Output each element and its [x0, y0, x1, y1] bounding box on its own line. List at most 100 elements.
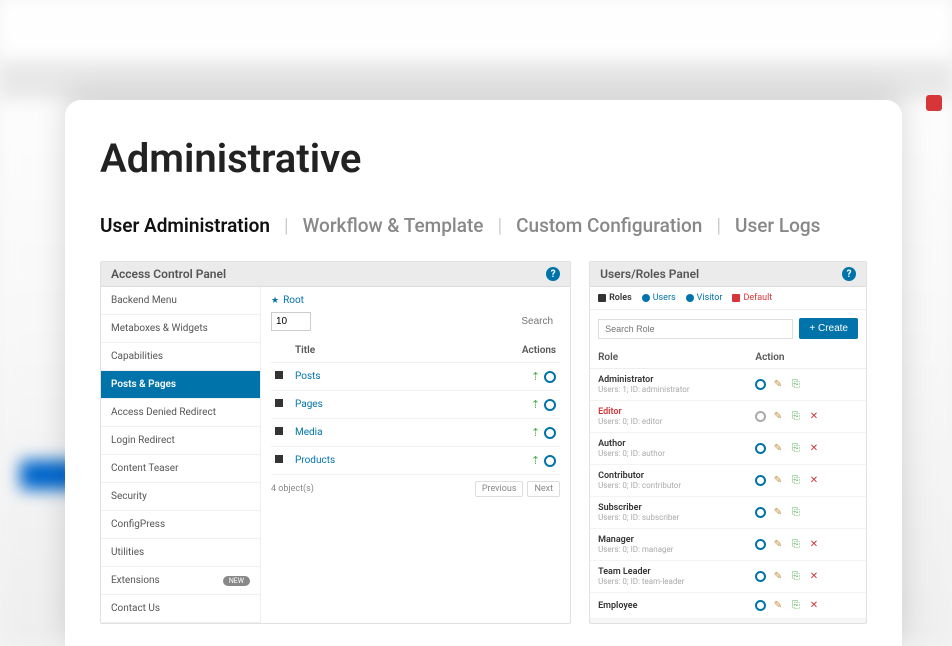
users-roles-header: Users/Roles Panel ? [590, 262, 866, 287]
search-input[interactable] [480, 312, 560, 331]
delete-role-icon[interactable]: ✕ [807, 570, 820, 583]
clone-role-icon[interactable]: ⎘ [789, 570, 802, 583]
sidebar-item-metaboxes[interactable]: Metaboxes & Widgets [101, 315, 260, 343]
row-title-link[interactable]: Pages [295, 399, 323, 410]
tab-workflow-template[interactable]: Workflow & Template [303, 214, 484, 237]
edit-role-icon[interactable]: ✎ [771, 474, 784, 487]
help-icon[interactable]: ? [842, 267, 856, 281]
edit-role-icon[interactable]: ✎ [771, 442, 784, 455]
pager-prev[interactable]: Previous [475, 481, 524, 497]
sidebar-item-security[interactable]: Security [101, 483, 260, 511]
sidebar-item-content-teaser[interactable]: Content Teaser [101, 455, 260, 483]
clone-role-icon[interactable]: ⎘ [789, 538, 802, 551]
manage-role-icon[interactable] [755, 443, 766, 454]
edit-role-icon[interactable]: ✎ [771, 378, 784, 391]
role-name[interactable]: Author [598, 439, 739, 449]
table-controls [271, 312, 560, 331]
new-badge: NEW [223, 576, 250, 586]
manage-role-icon[interactable] [755, 539, 766, 550]
manage-role-icon[interactable] [755, 379, 766, 390]
sidebar-item-posts-pages[interactable]: Posts & Pages [101, 371, 260, 399]
pin-icon[interactable]: ⇡ [531, 370, 540, 383]
sidebar-item-contact-us[interactable]: Contact Us [101, 595, 260, 623]
role-name[interactable]: Editor [598, 407, 739, 417]
settings-icon[interactable] [544, 371, 556, 383]
pager-next[interactable]: Next [527, 481, 560, 497]
sidebar-item-login-redirect[interactable]: Login Redirect [101, 427, 260, 455]
pin-icon[interactable]: ⇡ [531, 426, 540, 439]
sidebar-label: Contact Us [111, 603, 160, 614]
manage-role-icon[interactable] [755, 475, 766, 486]
role-name[interactable]: Manager [598, 535, 739, 545]
object-count: 4 object(s) [271, 484, 314, 494]
tab-user-logs[interactable]: User Logs [735, 214, 820, 237]
role-tab-default[interactable]: Default [732, 293, 772, 303]
edit-role-icon[interactable]: ✎ [771, 599, 784, 612]
edit-role-icon[interactable]: ✎ [771, 410, 784, 423]
role-tab-roles[interactable]: Roles [598, 293, 632, 303]
manage-role-icon[interactable] [755, 600, 766, 611]
role-subtext: Users: 0; ID: manager [598, 545, 739, 554]
role-tabs: Roles Users Visitor Default [590, 287, 866, 310]
tab-custom-configuration[interactable]: Custom Configuration [516, 214, 702, 237]
page-size-select[interactable] [271, 312, 311, 331]
role-tab-users[interactable]: Users [642, 293, 676, 303]
role-row: EditorUsers: 0; ID: editor✎⎘✕ [590, 401, 866, 433]
tab-separator: | [716, 214, 721, 237]
role-row: AdministratorUsers: 1; ID: administrator… [590, 369, 866, 401]
delete-role-icon[interactable]: ✕ [807, 442, 820, 455]
clone-role-icon[interactable]: ⎘ [789, 410, 802, 423]
manage-role-icon[interactable] [755, 571, 766, 582]
settings-icon[interactable] [544, 427, 556, 439]
delete-role-icon[interactable]: ✕ [807, 474, 820, 487]
users-roles-panel: Users/Roles Panel ? Roles Users Visitor … [589, 261, 867, 624]
role-name[interactable]: Contributor [598, 471, 739, 481]
sidebar-item-extensions[interactable]: Extensions NEW [101, 567, 260, 595]
role-search-input[interactable] [598, 319, 793, 339]
posts-pages-main: Root Title Actions Posts [261, 287, 570, 623]
clone-role-icon[interactable]: ⎘ [789, 474, 802, 487]
role-actions: ✎⎘ [755, 378, 858, 391]
sidebar-item-access-denied-redirect[interactable]: Access Denied Redirect [101, 399, 260, 427]
role-actions: ✎ ⎘ ✕ [755, 538, 858, 551]
manage-role-icon[interactable] [755, 411, 766, 422]
row-title-link[interactable]: Media [295, 427, 323, 438]
role-tab-visitor[interactable]: Visitor [686, 293, 723, 303]
clone-role-icon[interactable]: ⎘ [789, 378, 802, 391]
delete-role-icon[interactable]: ✕ [807, 410, 820, 423]
roles-icon [598, 294, 606, 302]
sidebar-label: Capabilities [111, 351, 163, 362]
role-name[interactable]: Employee [598, 601, 739, 611]
delete-role-icon[interactable]: ✕ [807, 599, 820, 612]
sidebar-item-utilities[interactable]: Utilities [101, 539, 260, 567]
settings-icon[interactable] [544, 399, 556, 411]
settings-icon[interactable] [544, 455, 556, 467]
role-name[interactable]: Subscriber [598, 503, 739, 513]
row-title-link[interactable]: Posts [295, 371, 321, 382]
edit-role-icon[interactable]: ✎ [771, 570, 784, 583]
sidebar-item-backend-menu[interactable]: Backend Menu [101, 287, 260, 315]
clone-role-icon[interactable]: ⎘ [789, 599, 802, 612]
help-icon[interactable]: ? [546, 267, 560, 281]
sidebar-item-configpress[interactable]: ConfigPress [101, 511, 260, 539]
row-title-link[interactable]: Products [295, 455, 335, 466]
tab-user-administration[interactable]: User Administration [100, 214, 270, 237]
edit-role-icon[interactable]: ✎ [771, 538, 784, 551]
clone-role-icon[interactable]: ⎘ [789, 506, 802, 519]
table-row: Media ⇡ [271, 419, 560, 447]
breadcrumb-root[interactable]: Root [271, 295, 560, 306]
col-role: Role [590, 347, 747, 369]
role-subtext: Users: 0; ID: contributor [598, 481, 739, 490]
table-row: Pages ⇡ [271, 391, 560, 419]
pin-icon[interactable]: ⇡ [531, 398, 540, 411]
edit-role-icon[interactable]: ✎ [771, 506, 784, 519]
clone-role-icon[interactable]: ⎘ [789, 442, 802, 455]
sidebar-item-capabilities[interactable]: Capabilities [101, 343, 260, 371]
create-role-button[interactable]: + Create [799, 318, 858, 339]
role-name[interactable]: Administrator [598, 375, 739, 385]
pin-icon[interactable]: ⇡ [531, 454, 540, 467]
role-name[interactable]: Team Leader [598, 567, 739, 577]
manage-role-icon[interactable] [755, 507, 766, 518]
role-search-row: + Create [590, 310, 866, 347]
delete-role-icon[interactable]: ✕ [807, 538, 820, 551]
